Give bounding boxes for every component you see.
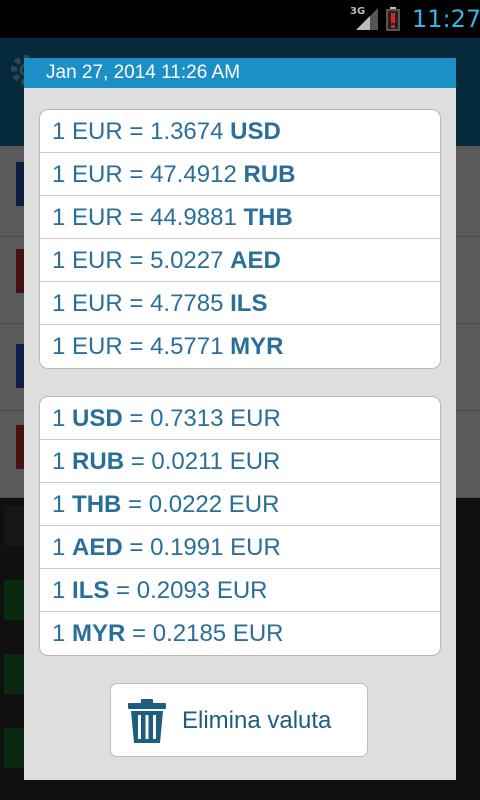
amount: 1: [52, 247, 66, 274]
rate-row-eur-rub: 1 EUR = 47.4912 RUB: [40, 153, 440, 196]
base-currency: EUR: [229, 448, 281, 475]
rate-value: 0.0211: [151, 448, 224, 475]
battery-icon: [386, 7, 400, 31]
trash-icon: [128, 699, 166, 743]
rate-row-eur-thb: 1 EUR = 44.9881 THB: [40, 196, 440, 239]
amount: 1: [52, 405, 66, 432]
base-currency: EUR: [230, 405, 281, 432]
currency-code: ILS: [230, 290, 268, 317]
amount: 1: [52, 333, 66, 360]
foreign-to-eur-list: 1 USD = 0.7313 EUR 1 RUB = 0.0211 EUR 1 …: [39, 396, 441, 656]
rate-value: 5.0227: [150, 247, 224, 274]
base-currency: EUR: [72, 290, 123, 317]
rate-row-ils-eur: 1 ILS = 0.2093 EUR: [40, 569, 440, 612]
clock: 11:27: [412, 5, 480, 33]
currency-code: RUB: [72, 448, 125, 475]
currency-code: AED: [230, 247, 281, 274]
currency-code: RUB: [243, 161, 296, 188]
rate-value: 0.7313: [150, 405, 224, 432]
eur-to-foreign-list: 1 EUR = 1.3674 USD 1 EUR = 47.4912 RUB 1…: [39, 109, 441, 369]
amount: 1: [52, 448, 66, 475]
rate-row-usd-eur: 1 USD = 0.7313 EUR: [40, 397, 440, 440]
rate-row-eur-aed: 1 EUR = 5.0227 AED: [40, 239, 440, 282]
currency-code: MYR: [72, 620, 126, 647]
rate-value: 0.1991: [150, 534, 224, 561]
currency-code: THB: [72, 491, 122, 518]
dialog-title-bar: Jan 27, 2014 11:26 AM: [24, 58, 456, 88]
amount: 1: [52, 491, 66, 518]
base-currency: EUR: [72, 247, 123, 274]
amount: 1: [52, 161, 66, 188]
base-currency: EUR: [232, 620, 284, 647]
rate-row-eur-myr: 1 EUR = 4.5771 MYR: [52, 333, 284, 360]
base-currency: EUR: [72, 204, 123, 231]
base-currency: EUR: [72, 161, 123, 188]
rate-value: 0.2185: [152, 620, 227, 647]
amount: 1: [52, 577, 66, 604]
currency-code: MYR: [230, 333, 284, 360]
amount: 1: [52, 620, 66, 647]
rate-value: 47.4912: [150, 161, 237, 188]
amount: 1: [52, 534, 66, 561]
rate-value: 1.3674: [150, 118, 224, 145]
status-bar: 3G 11:27: [0, 0, 480, 38]
rate-value: 4.5771: [150, 333, 224, 360]
rate-value: 0.2093: [136, 577, 211, 604]
dialog-title: Jan 27, 2014 11:26 AM: [46, 62, 241, 83]
base-currency: EUR: [72, 118, 123, 145]
delete-currency-button[interactable]: Elimina valuta: [110, 683, 368, 757]
amount: 1: [52, 290, 66, 317]
rate-row-aed-eur: 1 AED = 0.1991 EUR: [40, 526, 440, 569]
amount: 1: [52, 204, 66, 231]
rate-value: 4.7785: [150, 290, 224, 317]
rate-row-eur-usd: 1 EUR = 1.3674 USD: [40, 110, 440, 153]
rate-value: 0.0222: [148, 491, 223, 518]
currency-code: USD: [72, 405, 123, 432]
currency-code: AED: [72, 534, 123, 561]
base-currency: EUR: [216, 577, 268, 604]
rate-row-myr-eur: 1 MYR = 0.2185 EUR: [52, 620, 284, 647]
rate-row-rub-eur: 1 RUB = 0.0211 EUR: [40, 440, 440, 483]
delete-button-label: Elimina valuta: [182, 707, 332, 734]
amount: 1: [52, 118, 66, 145]
signal-icon: [356, 8, 378, 30]
currency-code: THB: [243, 204, 293, 231]
base-currency: EUR: [230, 534, 281, 561]
currency-code: ILS: [72, 577, 110, 604]
rates-dialog: Jan 27, 2014 11:26 AM 1 EUR = 1.3674 USD…: [24, 58, 456, 780]
base-currency: EUR: [72, 333, 123, 360]
base-currency: EUR: [228, 491, 280, 518]
rate-row-eur-ils: 1 EUR = 4.7785 ILS: [40, 282, 440, 325]
rate-value: 44.9881: [150, 204, 237, 231]
currency-code: USD: [230, 118, 281, 145]
rate-row-thb-eur: 1 THB = 0.0222 EUR: [40, 483, 440, 526]
